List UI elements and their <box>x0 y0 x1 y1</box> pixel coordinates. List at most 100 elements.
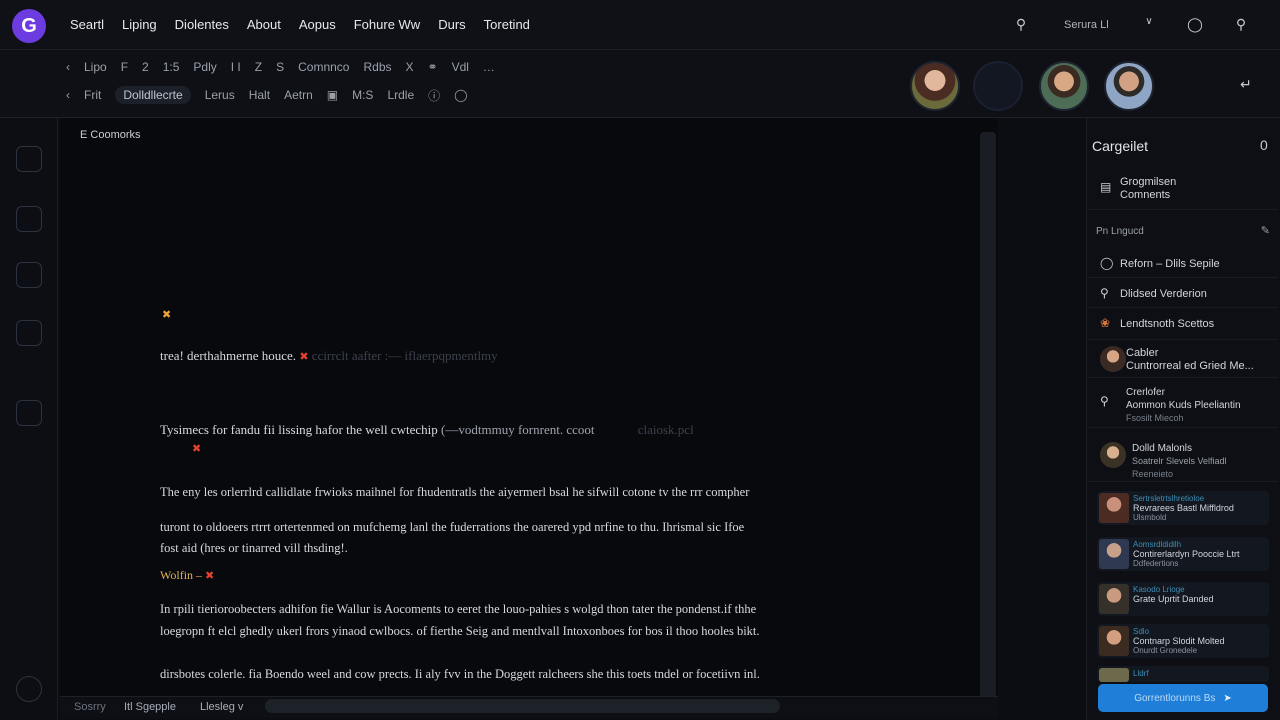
search-icon[interactable]: ⚲ <box>1232 16 1250 34</box>
edit-icon[interactable]: ✎ <box>1261 224 1270 237</box>
palette-icon: ❀ <box>1100 316 1111 330</box>
card-title: Grate Uprtit Danded <box>1133 594 1214 604</box>
status-item-1[interactable]: Sosrry <box>74 701 106 713</box>
card-label: Lldrf <box>1133 669 1149 678</box>
left-rail <box>0 50 58 720</box>
tool-r2-1[interactable]: Frit <box>84 88 101 102</box>
sidebar-item-settings[interactable]: ❀ Lendtsnoth Scettos <box>1088 310 1278 340</box>
search-field[interactable]: Serura Ll <box>1064 19 1109 31</box>
comment-meta: Fsosilt Miecoh <box>1126 413 1184 423</box>
card-title: Contirerlardyn Pooccie Ltrt <box>1133 549 1240 559</box>
logo-icon[interactable]: G <box>12 9 46 43</box>
paragraph-1-dim: ccirrclt aafter :— iflaerpqpmentlmy <box>311 348 498 363</box>
collaborator-avatar-1[interactable] <box>910 61 960 111</box>
sidebar-item-comments[interactable]: ▤ Grogmilsen Comnents <box>1088 168 1278 210</box>
settings-icon[interactable] <box>16 676 42 702</box>
paragraph-1-text: trea! derthahmerne houce. <box>160 348 297 363</box>
home-icon[interactable] <box>16 146 42 172</box>
tool-r2-6[interactable]: Lrdle <box>387 88 414 102</box>
chat-icon[interactable] <box>16 206 42 232</box>
paragraph-2[interactable]: Tysimecs for fandu fii lissing hafor the… <box>160 422 694 438</box>
chevron-down-icon[interactable]: ∨ <box>1140 16 1158 34</box>
cursor-marker-icon: ✖ <box>162 309 172 321</box>
card-meta: Ddfedertions <box>1133 559 1179 568</box>
activity-card-2[interactable]: Aomsrdldidilh Contirerlardyn Pooccie Ltr… <box>1097 537 1269 571</box>
card-meta: Ulsmbold <box>1133 513 1167 522</box>
activity-card-3[interactable]: Kasodo Lrioge Grate Uprtit Danded <box>1097 582 1269 616</box>
menu-item-6[interactable]: Fohure Ww <box>354 17 420 32</box>
lock-icon[interactable]: ◯ <box>454 88 467 102</box>
sidebar-item-version[interactable]: ⚲ Dlidsed Verderion <box>1088 280 1278 308</box>
back-icon[interactable]: ‹ <box>66 60 70 74</box>
avatar <box>1099 493 1129 523</box>
search-icon[interactable]: ⚲ <box>1012 16 1030 34</box>
sidebar-item-reform[interactable]: ◯ Reforn – Dlils Sepile <box>1088 250 1278 278</box>
horizontal-scrollbar[interactable] <box>265 699 780 713</box>
sidebar-comment-2[interactable]: ⚲ Crerlofer Aommon Kuds Pleeliantin Fsos… <box>1088 382 1278 428</box>
tool-6[interactable]: I I <box>231 60 241 74</box>
tool-1[interactable]: Lipo <box>84 60 107 74</box>
sidebar-item-sublabel: Comnents <box>1120 189 1171 201</box>
paragraph-1[interactable]: trea! derthahmerne houce. ✖ ccirrclt aaf… <box>160 348 498 364</box>
menu-item-4[interactable]: About <box>247 17 281 32</box>
paragraph-2-text: Tysimecs for fandu fii lissing hafor the… <box>160 422 438 437</box>
tool-4[interactable]: 1:5 <box>163 60 180 74</box>
back-icon[interactable]: ‹ <box>66 88 70 102</box>
sidebar-title: Cargeilet <box>1092 138 1149 154</box>
tool-r2-5[interactable]: M:S <box>352 88 373 102</box>
tool-9[interactable]: Comnnco <box>298 60 349 74</box>
tool-r2-3[interactable]: Halt <box>249 88 270 102</box>
expand-icon[interactable]: ↵ <box>1240 76 1252 93</box>
tool-7[interactable]: Z <box>255 60 262 74</box>
file-icon[interactable] <box>16 400 42 426</box>
paragraph-5a[interactable]: In rpili tierioroobecters adhifon fie Wa… <box>160 602 756 617</box>
menu-item-3[interactable]: Diolentes <box>175 17 229 32</box>
paragraph-4b[interactable]: fost aid (hres or tinarred vill thsding!… <box>160 541 348 556</box>
tool-3[interactable]: 2 <box>142 60 149 74</box>
paragraph-6[interactable]: dirsbotes colerle. fia Boendo weel and c… <box>160 667 760 682</box>
post-comment-button[interactable]: Gorrentlorunns Bs ➤ <box>1098 684 1268 712</box>
status-item-3[interactable]: Llesleg v <box>200 701 243 713</box>
link-icon[interactable]: ⚭ <box>428 60 438 74</box>
menu-item-8[interactable]: Toretind <box>484 17 530 32</box>
paragraph-2-mid: (—vodtmmuy fornrent. ccoot <box>441 422 595 437</box>
avatar <box>1099 584 1129 614</box>
image-icon[interactable]: ▣ <box>327 88 338 102</box>
collaborator-avatar-2[interactable] <box>973 61 1023 111</box>
window-icon[interactable] <box>16 262 42 288</box>
style-selector[interactable]: Dolldllecrte <box>115 86 191 104</box>
tool-5[interactable]: Pdly <box>193 60 216 74</box>
inline-note: Wolfin – ✖ <box>160 568 214 583</box>
comment-author: Dolld Malonls <box>1132 443 1193 454</box>
folder-icon[interactable] <box>16 320 42 346</box>
bell-icon[interactable]: ◯ <box>1186 16 1204 34</box>
avatar <box>1099 668 1129 682</box>
tool-r2-4[interactable]: Aetrn <box>284 88 313 102</box>
tool-11[interactable]: X <box>406 60 414 74</box>
sidebar-section-label: Pn Lngucd <box>1096 226 1144 237</box>
collaborator-avatar-4[interactable] <box>1104 61 1154 111</box>
menu-item-7[interactable]: Durs <box>438 17 465 32</box>
sidebar-comment-3[interactable]: Dolld Malonls Soatrelr Slevels Velfiadl … <box>1088 436 1278 482</box>
tool-r2-2[interactable]: Lerus <box>205 88 235 102</box>
info-icon[interactable]: ⓘ <box>428 87 440 104</box>
tool-8[interactable]: S <box>276 60 284 74</box>
more-icon[interactable]: … <box>483 60 495 74</box>
tool-2[interactable]: F <box>121 60 128 74</box>
comment-text: Cuntrorreal ed Gried Me... <box>1126 360 1254 372</box>
sidebar-comment-1[interactable]: Cabler Cuntrorreal ed Gried Me... <box>1088 342 1278 378</box>
menu-item-5[interactable]: Aopus <box>299 17 336 32</box>
paragraph-4a[interactable]: turont to oldoeers rtrrt ortertenmed on … <box>160 520 744 535</box>
menu-item-1[interactable]: Seartl <box>70 17 104 32</box>
tool-10[interactable]: Rdbs <box>363 60 391 74</box>
paragraph-5b[interactable]: loegropn ft elcl ghedly ukerl frors yina… <box>160 624 760 639</box>
activity-card-5[interactable]: Lldrf <box>1097 666 1269 682</box>
vertical-scrollbar[interactable] <box>980 132 996 702</box>
activity-card-1[interactable]: Sertrsletrtslhretioloe Revrarees Bastl M… <box>1097 491 1269 525</box>
paragraph-3[interactable]: The eny les orlerrlrd callidlate frwioks… <box>160 485 749 500</box>
status-item-2[interactable]: Itl Sgepple <box>124 701 176 713</box>
collaborator-avatar-3[interactable] <box>1039 61 1089 111</box>
tool-12[interactable]: Vdl <box>452 60 469 74</box>
menu-item-2[interactable]: Liping <box>122 17 157 32</box>
activity-card-4[interactable]: Sdlo Contnarp Slodit Molted Onurdt Grone… <box>1097 624 1269 658</box>
